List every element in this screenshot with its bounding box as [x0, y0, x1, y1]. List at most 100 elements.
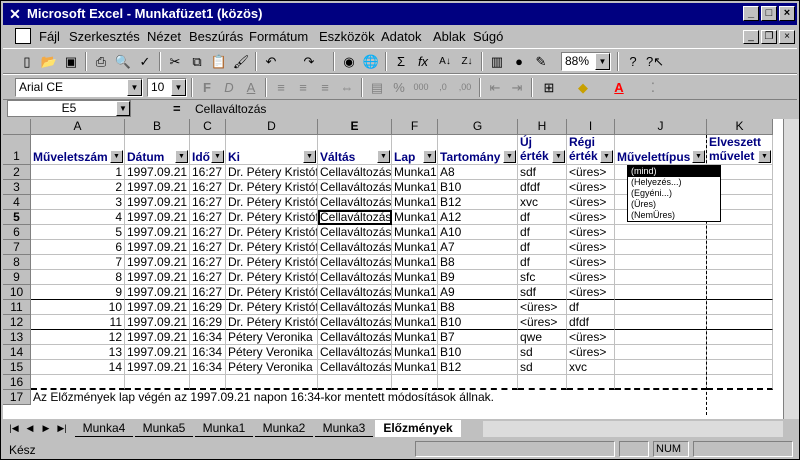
table-cell[interactable]: Cellaváltozás [318, 345, 392, 360]
table-cell[interactable]: Dr. Pétery Kristóf [226, 300, 318, 315]
row-header[interactable]: 5 [3, 210, 31, 225]
increase-indent-icon[interactable]: ⇥ [507, 78, 527, 97]
cut-icon[interactable]: ✂ [165, 52, 185, 71]
table-cell[interactable]: 16:27 [190, 210, 226, 225]
spelling-icon[interactable]: ✓ [135, 52, 155, 71]
table-cell[interactable]: Munka1 [392, 240, 438, 255]
first-sheet-icon[interactable]: |◀ [7, 421, 21, 436]
doc-close-button[interactable]: × [779, 30, 795, 44]
chart-wizard-icon[interactable]: ▥ [487, 52, 507, 71]
table-cell[interactable] [707, 300, 773, 315]
column-header-c[interactable]: C [190, 119, 226, 135]
table-cell[interactable]: 6 [31, 240, 125, 255]
row-header[interactable]: 2 [3, 165, 31, 180]
table-cell[interactable]: 14 [31, 360, 125, 375]
column-header-e[interactable]: E [318, 119, 392, 135]
filter-dropdown-icon[interactable]: ▼ [758, 150, 771, 163]
table-cell[interactable]: xvc [518, 195, 567, 210]
table-cell[interactable]: 4 [31, 210, 125, 225]
table-cell[interactable]: Munka1 [392, 165, 438, 180]
table-cell[interactable]: <üres> [567, 330, 615, 345]
table-cell[interactable]: df [567, 300, 615, 315]
note-cell[interactable]: Az Előzmények lap végén az 1997.09.21 na… [31, 390, 711, 405]
row-header[interactable]: 15 [3, 360, 31, 375]
filter-dropdown-icon[interactable]: ▼ [692, 150, 705, 163]
table-cell[interactable] [707, 375, 773, 390]
menu-data[interactable]: Adatok [381, 29, 421, 44]
format-painter-icon[interactable]: 🖌 [231, 52, 251, 71]
tab-munka1[interactable]: Munka1 [195, 420, 253, 437]
doc-restore-button[interactable]: ❐ [761, 30, 777, 44]
table-cell[interactable]: Munka1 [392, 345, 438, 360]
table-cell[interactable]: 3 [31, 195, 125, 210]
table-cell[interactable]: <üres> [518, 300, 567, 315]
bold-button[interactable]: F [197, 78, 217, 97]
table-cell[interactable]: 12 [31, 330, 125, 345]
copy-icon[interactable]: ⧉ [187, 52, 207, 71]
align-right-icon[interactable]: ≡ [315, 78, 335, 97]
table-cell[interactable]: Cellaváltozás [318, 300, 392, 315]
row-header[interactable]: 11 [3, 300, 31, 315]
web-toolbar-icon[interactable]: 🌐 [361, 52, 381, 71]
table-cell[interactable]: <üres> [567, 180, 615, 195]
column-header-f[interactable]: F [392, 119, 438, 135]
table-cell[interactable]: <üres> [518, 315, 567, 330]
tab-elozmenyek[interactable]: Előzmények [375, 420, 461, 437]
filter-option[interactable]: (Egyéni...) [628, 188, 720, 199]
table-cell[interactable]: <üres> [567, 345, 615, 360]
table-cell[interactable]: 1997.09.21 [125, 270, 190, 285]
table-cell[interactable] [707, 360, 773, 375]
table-cell[interactable]: Cellaváltozás [318, 285, 392, 300]
function-icon[interactable]: fx [413, 52, 433, 71]
column-header-g[interactable]: G [438, 119, 518, 135]
menu-insert[interactable]: Beszúrás [189, 29, 243, 44]
table-cell[interactable]: 16:27 [190, 180, 226, 195]
table-cell[interactable]: sdf [518, 165, 567, 180]
table-cell[interactable]: df [518, 225, 567, 240]
table-cell[interactable]: Dr. Pétery Kristóf [226, 180, 318, 195]
italic-button[interactable]: D [219, 78, 239, 97]
table-cell[interactable]: B9 [438, 270, 518, 285]
document-icon[interactable] [15, 28, 31, 44]
table-cell[interactable]: Cellaváltozás [318, 180, 392, 195]
table-cell[interactable]: 8 [31, 270, 125, 285]
table-cell[interactable]: sdf [518, 285, 567, 300]
table-cell[interactable]: Cellaváltozás [318, 165, 392, 180]
table-cell[interactable] [318, 375, 392, 390]
row-header[interactable]: 1 [3, 135, 31, 165]
table-cell[interactable]: Munka1 [392, 225, 438, 240]
close-button[interactable]: × [779, 6, 795, 21]
table-cell[interactable]: <üres> [567, 255, 615, 270]
zoom-select[interactable]: 88% ▼ [561, 52, 611, 71]
menu-help[interactable]: Súgó [473, 29, 503, 44]
table-cell[interactable]: 5 [31, 225, 125, 240]
table-cell[interactable] [518, 375, 567, 390]
horizontal-scrollbar[interactable] [483, 421, 783, 437]
table-cell[interactable]: Munka1 [392, 180, 438, 195]
column-header-j[interactable]: J [615, 119, 707, 135]
font-name-select[interactable]: Arial CE ▼ [15, 78, 143, 97]
table-cell[interactable] [707, 345, 773, 360]
table-cell[interactable]: <üres> [567, 285, 615, 300]
table-cell[interactable]: 1997.09.21 [125, 255, 190, 270]
chevron-down-icon[interactable]: ▼ [595, 53, 610, 70]
row-header[interactable]: 6 [3, 225, 31, 240]
table-cell[interactable]: Cellaváltozás [318, 240, 392, 255]
open-icon[interactable]: 📂 [39, 52, 59, 71]
table-cell[interactable]: Dr. Pétery Kristóf [226, 210, 318, 225]
table-cell[interactable]: B12 [438, 360, 518, 375]
table-cell[interactable]: 16:27 [190, 270, 226, 285]
table-cell[interactable]: 2 [31, 180, 125, 195]
table-cell[interactable]: Dr. Pétery Kristóf [226, 240, 318, 255]
drawing-icon[interactable]: ✎ [531, 52, 551, 71]
row-header[interactable]: 9 [3, 270, 31, 285]
table-cell[interactable]: B12 [438, 195, 518, 210]
chevron-down-icon[interactable]: ▼ [116, 101, 130, 116]
table-cell[interactable]: Pétery Veronika [226, 360, 318, 375]
menu-view[interactable]: Nézet [147, 29, 181, 44]
maximize-button[interactable]: □ [761, 6, 777, 21]
percent-icon[interactable]: % [389, 78, 409, 97]
table-cell[interactable]: Munka1 [392, 315, 438, 330]
table-cell[interactable] [707, 315, 773, 330]
table-cell[interactable]: 16:34 [190, 345, 226, 360]
